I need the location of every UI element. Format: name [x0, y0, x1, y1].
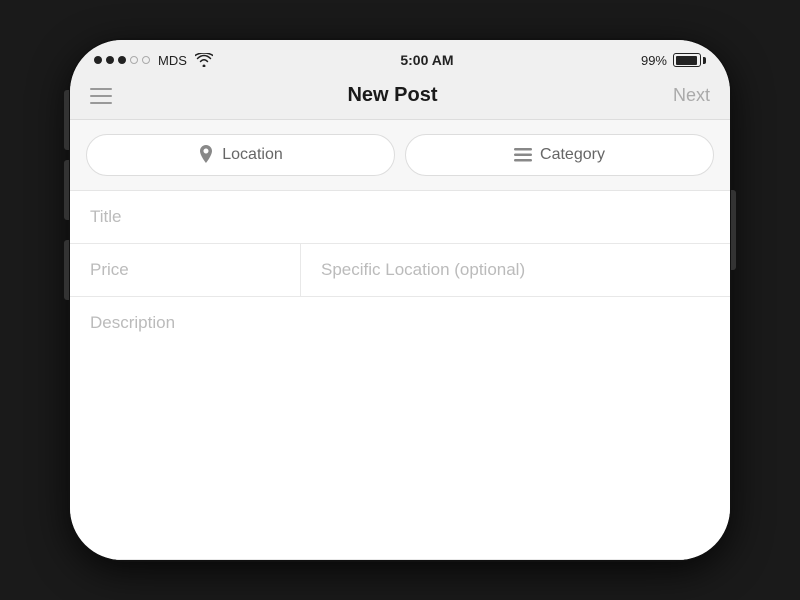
battery-indicator	[673, 53, 706, 67]
battery-percent: 99%	[641, 53, 667, 68]
hamburger-line-2	[90, 95, 112, 97]
battery-tip	[703, 57, 706, 64]
description-placeholder: Description	[90, 313, 175, 332]
signal-dot-3	[118, 56, 126, 64]
price-field[interactable]: Price	[70, 244, 301, 296]
status-bar: MDS 5:00 AM 99%	[70, 40, 730, 76]
category-filter-button[interactable]: Category	[405, 134, 714, 176]
nav-bar: New Post Next	[70, 76, 730, 120]
menu-button[interactable]	[90, 88, 112, 104]
carrier-name: MDS	[158, 53, 187, 68]
location-filter-label: Location	[222, 146, 283, 164]
status-right: 99%	[641, 53, 706, 68]
signal-dot-1	[94, 56, 102, 64]
location-pin-icon	[198, 145, 214, 165]
status-time: 5:00 AM	[400, 52, 453, 68]
signal-dot-4	[130, 56, 138, 64]
category-icon	[514, 148, 532, 162]
specific-location-field[interactable]: Specific Location (optional)	[301, 244, 730, 296]
signal-dot-2	[106, 56, 114, 64]
screen: MDS 5:00 AM 99%	[70, 40, 730, 560]
signal-dots	[94, 56, 150, 64]
price-location-row: Price Specific Location (optional)	[70, 244, 730, 297]
battery-fill	[676, 56, 698, 65]
battery-body	[673, 53, 701, 67]
location-filter-button[interactable]: Location	[86, 134, 395, 176]
content-area: Location Category Title Price	[70, 120, 730, 560]
title-placeholder: Title	[90, 207, 122, 226]
hamburger-line-1	[90, 88, 112, 90]
specific-location-placeholder: Specific Location (optional)	[321, 260, 525, 279]
wifi-icon	[195, 53, 213, 67]
category-filter-label: Category	[540, 146, 605, 164]
hamburger-line-3	[90, 102, 112, 104]
title-field[interactable]: Title	[70, 191, 730, 244]
page-title: New Post	[347, 84, 437, 107]
phone-frame: MDS 5:00 AM 99%	[70, 40, 730, 560]
signal-dot-5	[142, 56, 150, 64]
price-placeholder: Price	[90, 260, 129, 279]
description-field[interactable]: Description	[70, 297, 730, 560]
filters-row: Location Category	[70, 120, 730, 191]
status-left: MDS	[94, 53, 213, 68]
next-button[interactable]: Next	[673, 85, 710, 106]
